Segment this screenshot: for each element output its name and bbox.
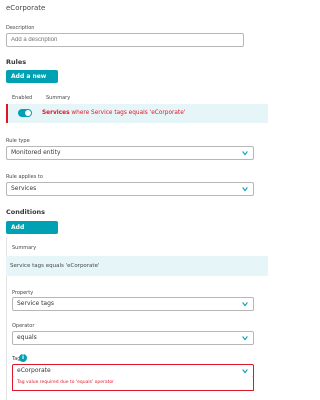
rule-type-value: Monitored entity [11, 149, 61, 156]
chevron-down-icon [242, 369, 248, 374]
rules-col-summary: Summary [46, 95, 71, 101]
rule-applies-select[interactable]: Services [6, 182, 254, 196]
rule-row[interactable]: Services where Service tags equals 'eCor… [6, 104, 268, 123]
operator-value: equals [17, 334, 37, 341]
rule-type-label: Rule type [6, 138, 30, 144]
condition-summary-label: Summary [12, 245, 37, 251]
rule-applies-label: Rule applies to [6, 174, 43, 180]
rule-enabled-toggle[interactable] [18, 109, 32, 117]
rule-entity: Services [42, 110, 70, 116]
tag-value: eCorporate [17, 367, 51, 374]
operator-label: Operator [12, 323, 35, 329]
chevron-down-icon [242, 336, 248, 341]
rules-col-enabled: Enabled [12, 95, 33, 101]
chevron-down-icon [242, 302, 248, 307]
rule-type-select[interactable]: Monitored entity [6, 146, 254, 160]
rule-condition-text: where Service tags equals 'eCorporate' [71, 110, 186, 116]
add-condition-button[interactable]: Add condition [6, 221, 58, 244]
page-title: eCorporate [6, 4, 46, 12]
toggle-knob [25, 110, 31, 116]
property-select[interactable]: Service tags [12, 297, 254, 311]
chevron-down-icon [242, 151, 248, 156]
description-input[interactable] [6, 33, 244, 47]
chevron-down-icon [242, 187, 248, 192]
operator-select[interactable]: equals [12, 331, 254, 345]
rule-applies-value: Services [11, 185, 37, 192]
rules-heading: Rules [6, 58, 27, 66]
rule-summary: Services where Service tags equals 'eCor… [42, 110, 185, 116]
add-rule-button[interactable]: Add a new rule [6, 70, 58, 93]
condition-summary: Service tags equals 'eCorporate' [6, 256, 268, 276]
tag-error-message: Tag value required due to 'equals' opera… [12, 377, 254, 391]
property-label: Property [12, 290, 34, 296]
info-icon[interactable]: i [19, 354, 27, 362]
description-label: Description [6, 25, 35, 31]
conditions-heading: Conditions [6, 208, 46, 216]
property-value: Service tags [17, 300, 55, 307]
tag-select[interactable]: eCorporate [12, 364, 254, 378]
